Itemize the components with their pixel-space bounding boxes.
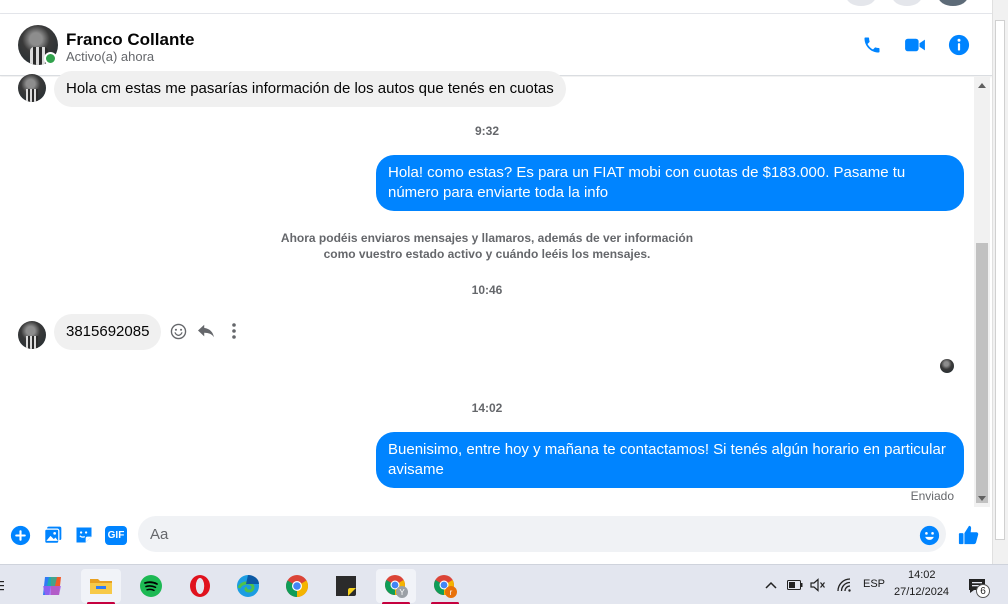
video-call-icon[interactable]: [903, 33, 927, 57]
more-options-icon[interactable]: [224, 321, 244, 341]
profile-avatar-icon[interactable]: [938, 0, 968, 6]
page-scroll-thumb[interactable]: [995, 20, 1005, 540]
sticky-notes-icon[interactable]: [326, 569, 366, 603]
outgoing-message[interactable]: Buenisimo, entre hoy y mañana te contact…: [376, 432, 964, 488]
browser-top-strip: [0, 0, 1008, 14]
phone-call-icon[interactable]: [860, 33, 884, 57]
top-circle-icon[interactable]: [846, 0, 876, 6]
timestamp: 9:32: [474, 124, 500, 138]
show-hidden-icons-chevron-icon[interactable]: [763, 577, 779, 593]
incoming-message[interactable]: Hola cm estas me pasarías información de…: [54, 71, 566, 107]
reply-icon[interactable]: [196, 321, 216, 341]
messenger-window: Franco Collante Activo(a) ahora Hola cm …: [0, 0, 1008, 604]
scroll-down-arrow-icon[interactable]: [978, 496, 986, 501]
info-icon[interactable]: [947, 33, 971, 57]
opera-icon[interactable]: [180, 569, 220, 603]
like-thumbs-up-icon[interactable]: [957, 524, 981, 546]
contact-status: Activo(a) ahora: [66, 49, 155, 64]
clock-time[interactable]: 14:02: [908, 569, 936, 581]
copilot-icon[interactable]: [32, 569, 72, 603]
sender-avatar[interactable]: [18, 321, 46, 349]
incoming-message[interactable]: 3815692085: [54, 314, 162, 350]
scroll-up-arrow-icon[interactable]: [978, 83, 986, 88]
photo-gallery-icon[interactable]: [42, 524, 64, 546]
speaker-muted-icon[interactable]: [810, 577, 826, 593]
spotify-icon[interactable]: [131, 569, 171, 603]
online-status-dot: [44, 52, 57, 65]
system-notice: Ahora podéis enviaros mensajes y llamaro…: [280, 231, 694, 261]
windows-taskbar: Y r ESP 14:02 27/12/2024 6: [0, 564, 1008, 604]
wifi-icon[interactable]: [836, 577, 852, 593]
svg-text:Y: Y: [399, 588, 405, 597]
outgoing-message[interactable]: Hola! como estas? Es para un FIAT mobi c…: [376, 155, 964, 211]
chrome-profile-r-icon[interactable]: r: [425, 569, 465, 604]
emoji-react-icon[interactable]: [168, 321, 188, 341]
sent-status: Enviado: [910, 489, 954, 503]
file-explorer-icon[interactable]: [81, 569, 121, 604]
timestamp: 10:46: [471, 283, 503, 297]
chrome-icon[interactable]: [277, 569, 317, 603]
input-language[interactable]: ESP: [863, 578, 885, 590]
plus-actions-icon[interactable]: [9, 524, 31, 546]
seen-indicator-avatar: [940, 359, 954, 373]
chat-scrollbar[interactable]: [974, 77, 990, 507]
edge-icon[interactable]: [228, 569, 268, 603]
message-list[interactable]: Hola cm estas me pasarías información de…: [0, 71, 974, 507]
battery-icon[interactable]: [787, 577, 803, 593]
emoji-picker-icon[interactable]: [918, 524, 940, 546]
sticker-icon[interactable]: [73, 524, 95, 546]
page-scrollbar[interactable]: [992, 0, 1008, 564]
top-circle-icon[interactable]: [892, 0, 922, 6]
gif-label: GIF: [105, 525, 127, 545]
contact-name[interactable]: Franco Collante: [66, 30, 194, 50]
message-composer: GIF: [0, 507, 992, 564]
gif-icon[interactable]: GIF: [104, 524, 128, 546]
scroll-thumb[interactable]: [976, 243, 988, 503]
svg-text:r: r: [450, 588, 453, 597]
timestamp: 14:02: [471, 401, 503, 415]
conversation-header: Franco Collante Activo(a) ahora: [0, 14, 992, 76]
sender-avatar[interactable]: [18, 74, 46, 102]
clock-date[interactable]: 27/12/2024: [894, 586, 949, 598]
chrome-profile-y-icon[interactable]: Y: [376, 569, 416, 604]
notification-count-badge: 6: [976, 584, 990, 598]
task-view-icon[interactable]: [0, 569, 12, 603]
message-input[interactable]: [138, 516, 946, 552]
